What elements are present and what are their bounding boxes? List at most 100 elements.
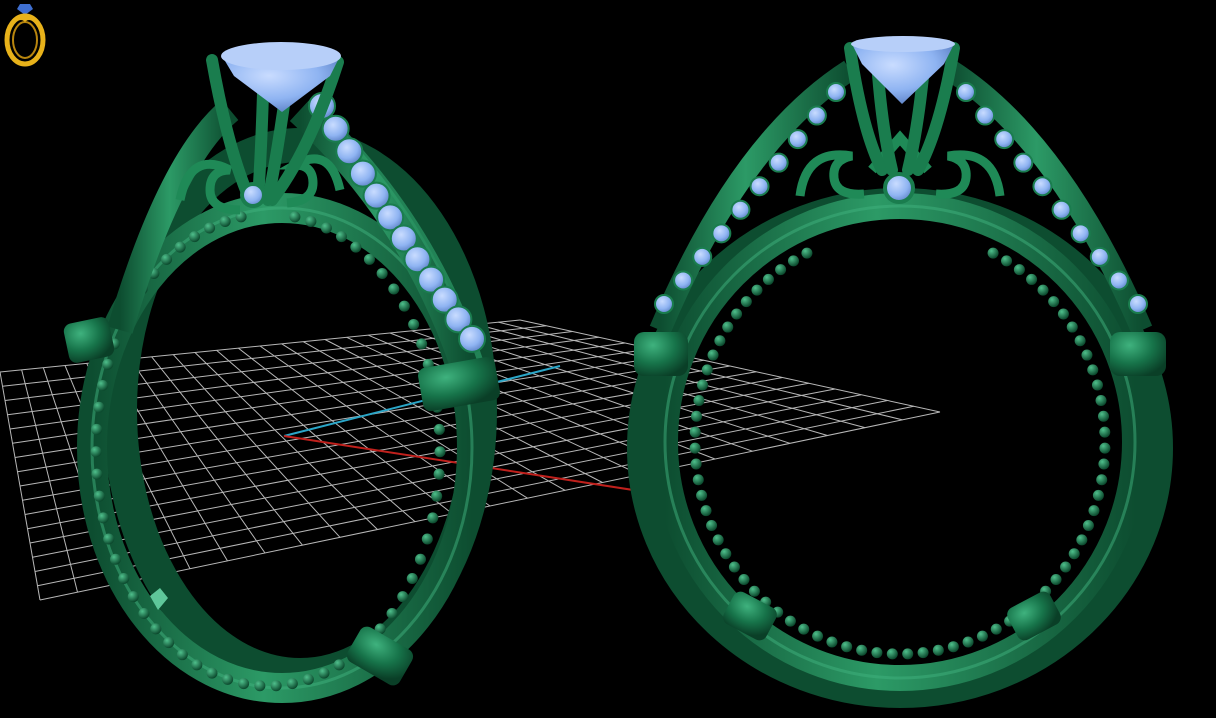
pave-stone: [335, 137, 364, 166]
milgrain-bead: [176, 649, 188, 661]
milgrain-bead: [886, 648, 898, 660]
milgrain-bead: [902, 648, 914, 660]
pave-stone: [1128, 294, 1148, 314]
milgrain-bead: [386, 608, 398, 620]
pave-stone: [654, 294, 674, 314]
milgrain-bead: [434, 446, 446, 458]
pave-stone: [806, 105, 827, 126]
milgrain-bead: [1013, 264, 1025, 276]
milgrain-bead: [692, 474, 704, 486]
milgrain-bead: [189, 231, 201, 243]
milgrain-bead: [1037, 284, 1049, 296]
milgrain-bead: [388, 283, 400, 295]
milgrain-bead: [697, 379, 709, 391]
milgrain-bead: [762, 273, 774, 285]
milgrain-bead: [163, 637, 175, 649]
milgrain-bead: [962, 636, 974, 648]
milgrain-bead: [1091, 379, 1103, 391]
milgrain-bead: [1060, 561, 1072, 573]
milgrain-bead: [138, 608, 150, 620]
milgrain-bead: [947, 641, 959, 653]
milgrain-bead: [1082, 520, 1094, 532]
milgrain-bead: [1074, 335, 1086, 347]
ring-model-front[interactable]: [627, 36, 1173, 708]
milgrain-bead: [787, 255, 799, 267]
milgrain-bead: [751, 284, 763, 296]
milgrain-bead: [335, 231, 347, 243]
milgrain-bead: [97, 512, 109, 524]
milgrain-bead: [700, 505, 712, 517]
milgrain-bead: [917, 647, 929, 659]
milgrain-bead: [305, 215, 317, 227]
milgrain-bead: [1088, 505, 1100, 517]
milgrain-bead: [222, 673, 234, 685]
milgrain-bead: [102, 358, 114, 370]
milgrain-bead: [826, 636, 838, 648]
pave-stone: [956, 82, 976, 102]
milgrain-bead: [856, 644, 868, 656]
viewport-canvas[interactable]: [0, 0, 1216, 718]
milgrain-bead: [204, 222, 216, 234]
pave-stone: [768, 152, 789, 173]
pave-stone: [749, 176, 770, 197]
milgrain-bead: [161, 253, 173, 265]
milgrain-bead: [798, 623, 810, 635]
pave-stone: [321, 114, 350, 143]
ring-logo-icon[interactable]: [0, 0, 50, 68]
milgrain-bead: [318, 667, 330, 679]
milgrain-bead: [286, 678, 298, 690]
milgrain-bead: [397, 591, 409, 603]
milgrain-bead: [414, 553, 426, 565]
milgrain-bead: [427, 512, 439, 524]
milgrain-bead: [976, 630, 988, 642]
milgrain-bead: [812, 630, 824, 642]
milgrain-bead: [1066, 321, 1078, 333]
milgrain-bead: [987, 247, 999, 259]
pave-stone: [1051, 199, 1072, 220]
pave-stone: [1032, 176, 1053, 197]
milgrain-bead: [696, 489, 708, 501]
milgrain-bead: [691, 410, 703, 422]
milgrain-bead: [689, 426, 701, 438]
milgrain-bead: [398, 300, 410, 312]
pave-stone: [692, 246, 713, 267]
milgrain-bead: [1026, 273, 1038, 285]
milgrain-bead: [270, 680, 282, 692]
milgrain-bead: [801, 247, 813, 259]
milgrain-bead: [206, 667, 218, 679]
milgrain-bead: [1092, 489, 1104, 501]
milgrain-bead: [1076, 534, 1088, 546]
milgrain-bead: [433, 423, 445, 435]
pave-stone: [1089, 246, 1110, 267]
pave-stone: [994, 129, 1015, 150]
milgrain-bead: [91, 423, 103, 435]
milgrain-bead: [1095, 395, 1107, 407]
milgrain-bead: [103, 533, 115, 545]
pave-stone: [1070, 223, 1091, 244]
milgrain-bead: [150, 623, 162, 635]
milgrain-bead: [1050, 574, 1062, 586]
milgrain-bead: [416, 338, 428, 350]
milgrain-bead: [748, 585, 760, 597]
milgrain-bead: [728, 561, 740, 573]
pave-stone: [975, 105, 996, 126]
milgrain-bead: [118, 573, 130, 585]
milgrain-bead: [1057, 308, 1069, 320]
milgrain-bead: [932, 644, 944, 656]
milgrain-bead: [712, 534, 724, 546]
milgrain-bead: [784, 615, 796, 627]
milgrain-bead: [97, 380, 109, 392]
milgrain-bead: [1098, 458, 1110, 470]
milgrain-bead: [714, 335, 726, 347]
milgrain-bead: [238, 678, 250, 690]
milgrain-bead: [990, 623, 1002, 635]
3d-viewport[interactable]: [0, 0, 1216, 718]
milgrain-bead: [174, 241, 186, 253]
milgrain-bead: [91, 468, 103, 480]
milgrain-bead: [775, 264, 787, 276]
milgrain-bead: [740, 296, 752, 308]
milgrain-bead: [191, 659, 203, 671]
milgrain-bead: [1099, 426, 1111, 438]
milgrain-bead: [408, 318, 420, 330]
milgrain-bead: [320, 222, 332, 234]
